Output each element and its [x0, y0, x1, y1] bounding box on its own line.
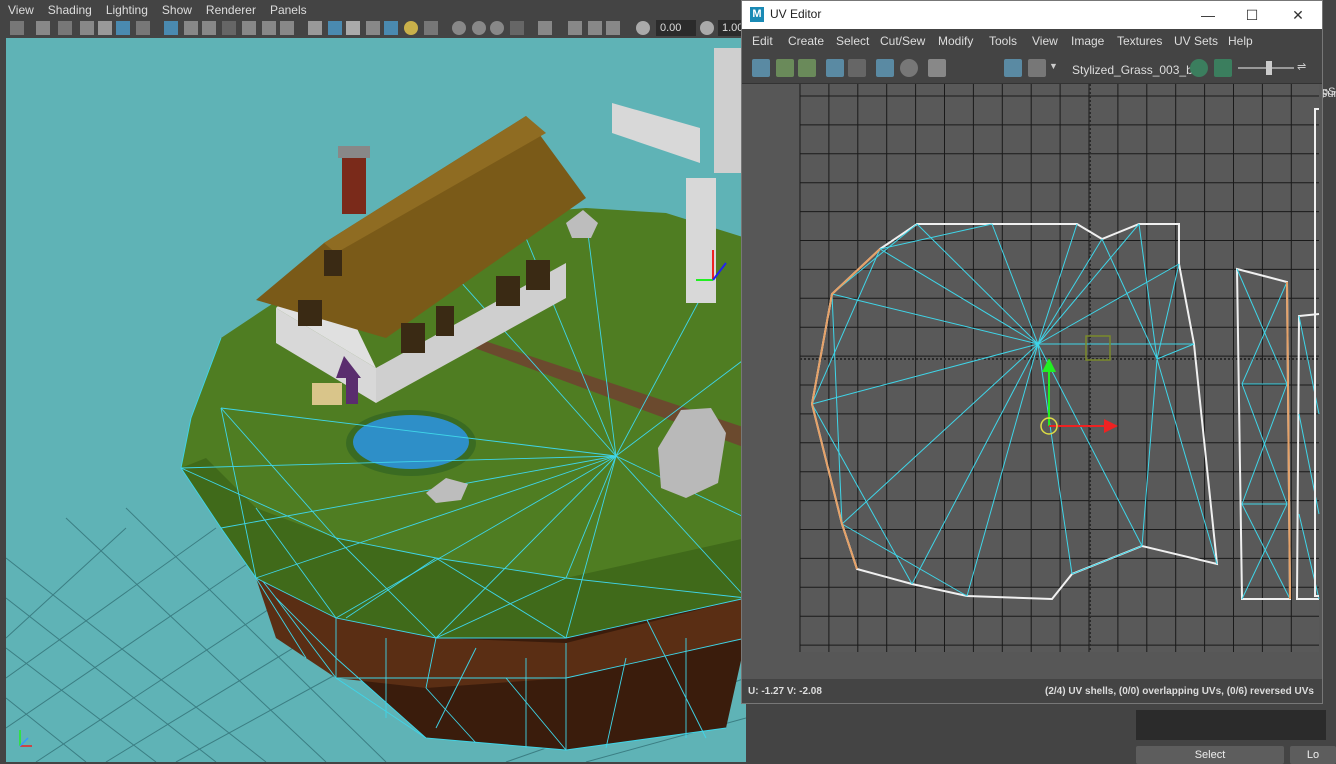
- minimize-icon[interactable]: —: [1198, 5, 1218, 25]
- uv-shell-select-icon[interactable]: [752, 59, 770, 77]
- gate-mask-icon[interactable]: [222, 21, 236, 35]
- maya-logo-icon: M: [750, 7, 764, 22]
- menu-cut-sew[interactable]: Cut/Sew: [880, 34, 925, 48]
- menu-tools[interactable]: Tools: [989, 34, 1017, 48]
- uv-coordinates: U: -1.27 V: -2.08: [748, 686, 822, 697]
- bookmark-icon[interactable]: [58, 21, 72, 35]
- uv-editor-window[interactable]: M UV Editor — ☐ ✕ Edit Create Select Cut…: [741, 0, 1323, 704]
- texture-display-icon[interactable]: [1214, 59, 1232, 77]
- uv-layout-icon[interactable]: [798, 59, 816, 77]
- uv-editor-toolbar: ▼ Stylized_Grass_003_ba ⇌: [742, 53, 1322, 84]
- texture-refresh-icon[interactable]: [1190, 59, 1208, 77]
- menu-create[interactable]: Create: [788, 34, 824, 48]
- menu-edit[interactable]: Edit: [752, 34, 773, 48]
- grease-pencil-icon[interactable]: [98, 21, 112, 35]
- menu-textures[interactable]: Textures: [1117, 34, 1162, 48]
- xray-icon[interactable]: [384, 21, 398, 35]
- maximize-icon[interactable]: ☐: [1242, 5, 1262, 25]
- shadows-icon[interactable]: [424, 21, 438, 35]
- load-button[interactable]: Lo: [1290, 746, 1336, 764]
- resolution-gate-icon[interactable]: [202, 21, 216, 35]
- grid-icon[interactable]: [164, 21, 178, 35]
- uv-shell-status: (2/4) UV shells, (0/0) overlapping UVs, …: [1045, 686, 1314, 697]
- exposure-icon[interactable]: [636, 21, 650, 35]
- uv-canvas[interactable]: [742, 84, 1322, 679]
- select-camera-icon[interactable]: [10, 21, 24, 35]
- character: [346, 378, 358, 404]
- snap-icon[interactable]: [136, 21, 150, 35]
- smooth-shade-icon[interactable]: [328, 21, 342, 35]
- field-chart-icon[interactable]: [242, 21, 256, 35]
- backface-culling-icon[interactable]: [606, 21, 620, 35]
- safe-action-icon[interactable]: [262, 21, 276, 35]
- wireframe-icon[interactable]: [308, 21, 322, 35]
- menu-view[interactable]: View: [1032, 34, 1058, 48]
- viewport-menubar: View Shading Lighting Show Renderer Pane…: [0, 0, 745, 19]
- menu-show[interactable]: Show: [156, 3, 198, 17]
- uv-grid-display-icon[interactable]: [848, 59, 866, 77]
- xray-active-icon[interactable]: [588, 21, 602, 35]
- motion-blur-icon[interactable]: [472, 21, 486, 35]
- xray-joints-icon[interactable]: [568, 21, 582, 35]
- uv-editor-menubar: Edit Create Select Cut/Sew Modify Tools …: [742, 29, 1322, 53]
- more-tools-icon[interactable]: ⇌: [1296, 59, 1310, 77]
- lights-icon[interactable]: [404, 21, 418, 35]
- chimney: [342, 156, 366, 214]
- menu-lighting[interactable]: Lighting: [100, 3, 154, 17]
- uv-pixel-snap-icon[interactable]: [900, 59, 918, 77]
- camera-attributes-icon[interactable]: [36, 21, 50, 35]
- menu-select[interactable]: Select: [836, 34, 869, 48]
- ambient-occlusion-icon[interactable]: [452, 21, 466, 35]
- anti-aliasing-icon[interactable]: [490, 21, 504, 35]
- menu-modify[interactable]: Modify: [938, 34, 973, 48]
- display-image-icon[interactable]: [1004, 59, 1022, 77]
- select-button[interactable]: Select: [1136, 746, 1284, 764]
- gamma-icon[interactable]: [700, 21, 714, 35]
- isolate-select-icon[interactable]: [538, 21, 552, 35]
- uv-texture-editor[interactable]: [742, 84, 1322, 679]
- chevron-down-icon[interactable]: ▼: [1048, 59, 1058, 77]
- menu-panels[interactable]: Panels: [264, 3, 313, 17]
- uv-editor-statusbar: U: -1.27 V: -2.08 (2/4) UV shells, (0/0)…: [742, 681, 1322, 703]
- textured-icon[interactable]: [366, 21, 380, 35]
- menu-shading[interactable]: Shading: [42, 3, 98, 17]
- exposure-field[interactable]: 0.00: [656, 20, 696, 36]
- 3d-scene[interactable]: [6, 38, 746, 762]
- uv-display-icon[interactable]: [826, 59, 844, 77]
- texture-selector[interactable]: Stylized_Grass_003_ba: [1072, 63, 1199, 77]
- uv-screenshot-icon[interactable]: [928, 59, 946, 77]
- menu-view[interactable]: View: [2, 3, 40, 17]
- uv-grid-icon[interactable]: [876, 59, 894, 77]
- close-icon[interactable]: ✕: [1288, 5, 1308, 25]
- bench: [312, 383, 342, 405]
- menu-help[interactable]: Help: [1228, 34, 1253, 48]
- safe-title-icon[interactable]: [280, 21, 294, 35]
- wireframe-on-shaded-icon[interactable]: [346, 21, 360, 35]
- checker-icon[interactable]: [1028, 59, 1046, 77]
- depth-of-field-icon[interactable]: [510, 21, 524, 35]
- panel-field[interactable]: [1136, 710, 1326, 740]
- film-gate-icon[interactable]: [184, 21, 198, 35]
- uv-snapshot-icon[interactable]: [776, 59, 794, 77]
- image-plane-icon[interactable]: [80, 21, 94, 35]
- uv-editor-titlebar[interactable]: M UV Editor — ☐ ✕: [742, 1, 1322, 29]
- window-title: UV Editor: [770, 7, 822, 21]
- menu-image[interactable]: Image: [1071, 34, 1104, 48]
- menu-renderer[interactable]: Renderer: [200, 3, 262, 17]
- viewport-toolbar: 0.00 1.00: [0, 19, 748, 38]
- menu-uv-sets[interactable]: UV Sets: [1174, 34, 1218, 48]
- 2d-pan-zoom-icon[interactable]: [116, 21, 130, 35]
- exposure-slider-handle[interactable]: [1266, 61, 1272, 75]
